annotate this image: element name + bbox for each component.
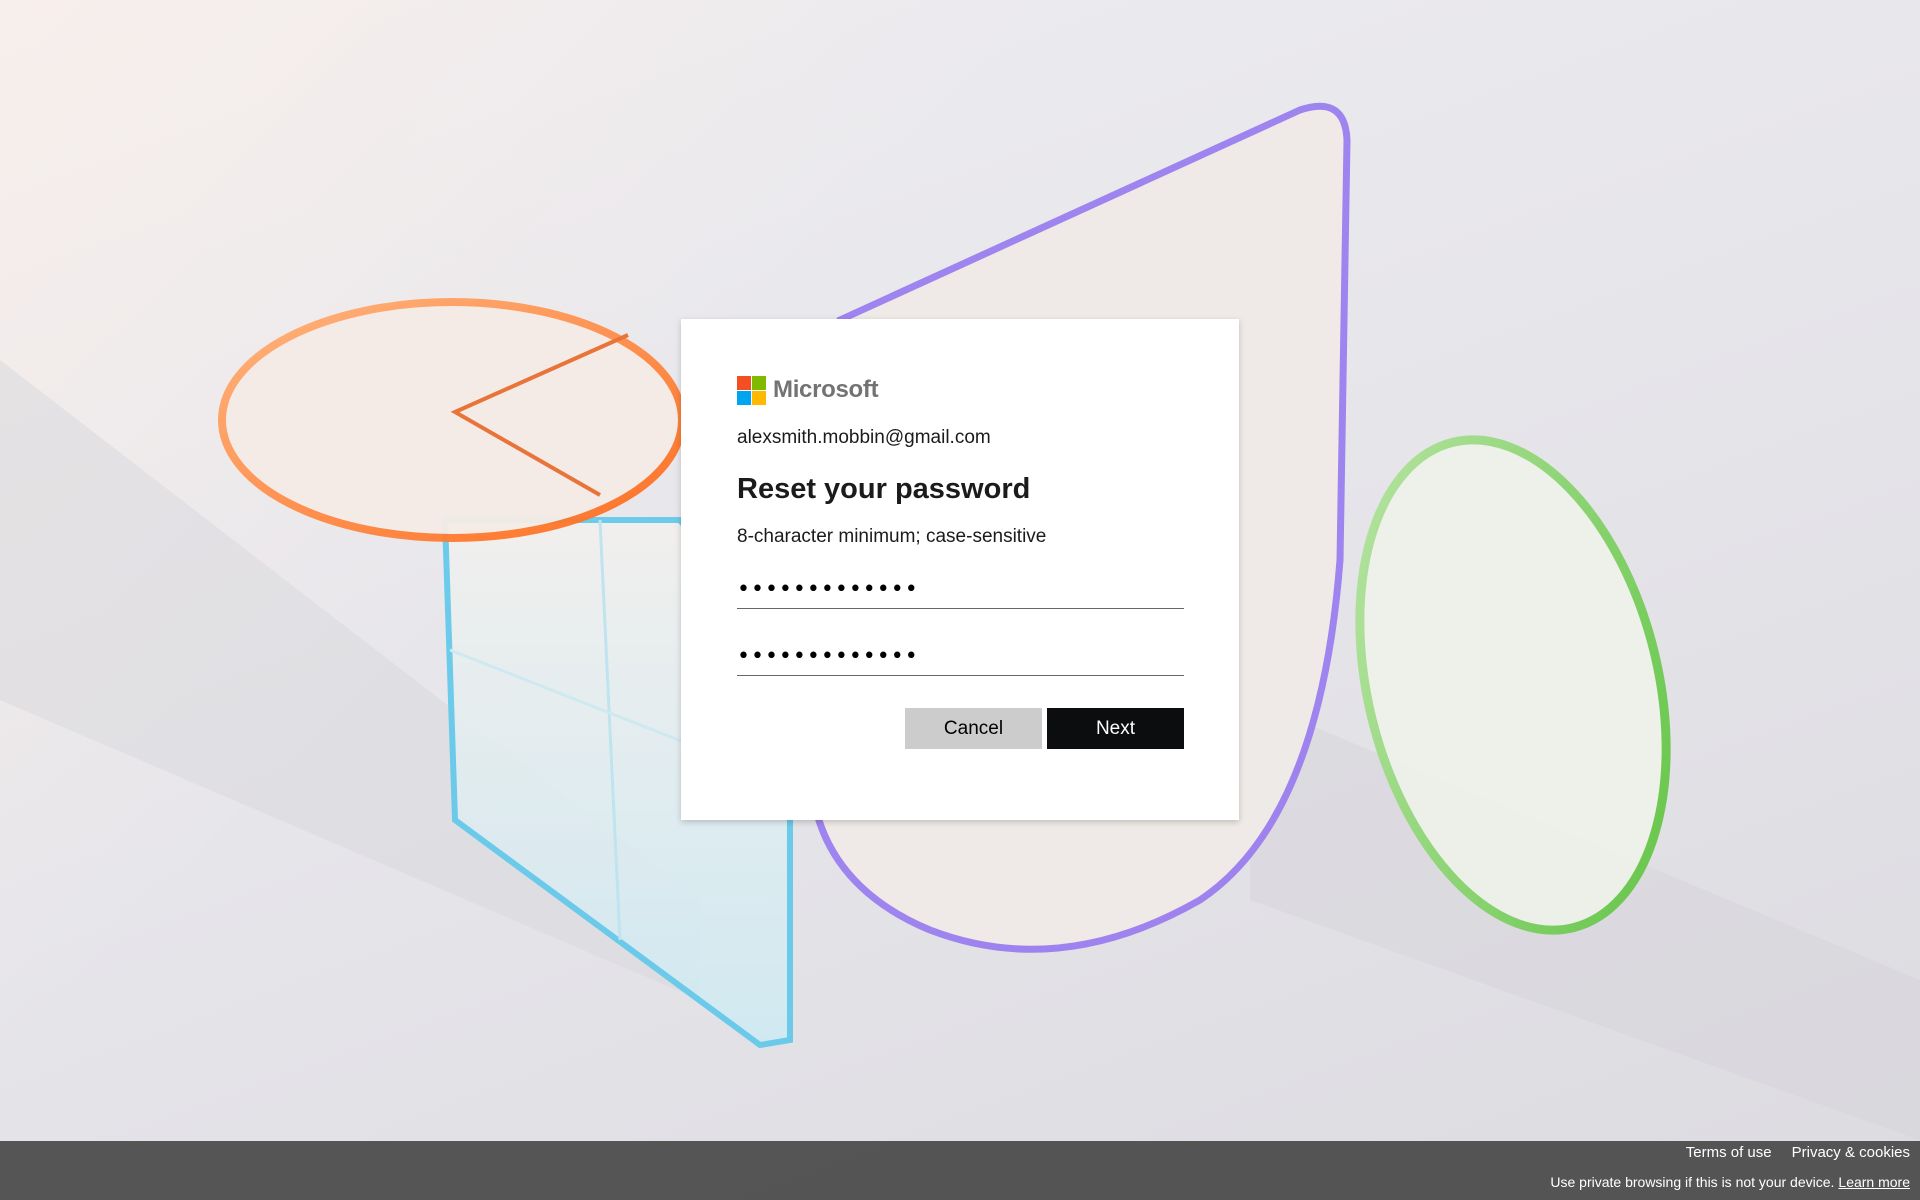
logo-square-yellow (752, 390, 766, 405)
privacy-cookies-link[interactable]: Privacy & cookies (1792, 1144, 1910, 1161)
page-title: Reset your password (737, 473, 1031, 505)
logo-square-green (752, 375, 766, 390)
terms-of-use-link[interactable]: Terms of use (1686, 1144, 1772, 1161)
footer-bar: Terms of use Privacy & cookies Use priva… (0, 1141, 1920, 1200)
microsoft-logo: Microsoft (737, 375, 1183, 405)
microsoft-logo-icon (737, 375, 766, 405)
private-browsing-note: Use private browsing if this is not your… (1550, 1174, 1910, 1190)
brand-name: Microsoft (773, 376, 879, 403)
learn-more-link[interactable]: Learn more (1838, 1174, 1910, 1190)
password-requirements-hint: 8-character minimum; case-sensitive (737, 526, 1047, 547)
footer-links: Terms of use Privacy & cookies (1686, 1144, 1910, 1161)
logo-square-red (737, 375, 751, 390)
logo-square-blue (737, 390, 751, 405)
account-identity: alexsmith.mobbin@gmail.com (737, 427, 991, 448)
reset-password-card: Microsoft alexsmith.mobbin@gmail.com Res… (681, 319, 1239, 820)
action-buttons: Cancel Next (737, 708, 1184, 749)
private-browsing-text: Use private browsing if this is not your… (1550, 1174, 1835, 1190)
confirm-password-field[interactable] (737, 637, 1184, 676)
cancel-button[interactable]: Cancel (905, 708, 1042, 749)
next-button[interactable]: Next (1047, 708, 1184, 749)
new-password-field[interactable] (737, 570, 1184, 609)
